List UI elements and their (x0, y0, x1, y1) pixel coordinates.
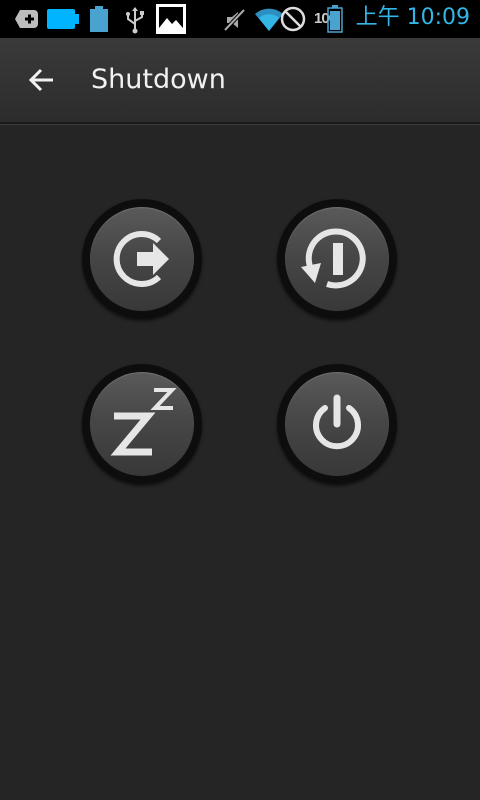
sleep-button[interactable] (82, 364, 202, 484)
add-icon (15, 10, 38, 28)
restart-icon (301, 228, 366, 289)
gallery-icon (156, 4, 186, 34)
restart-button[interactable] (277, 199, 397, 319)
battery-level-icon (327, 5, 343, 33)
battery-icon (90, 6, 108, 32)
clock: 上午 10:09 (355, 5, 470, 30)
blocked-icon (280, 6, 306, 32)
logout-button[interactable] (82, 199, 202, 319)
logout-icon (113, 231, 169, 287)
action-bar: Shutdown (0, 38, 480, 124)
battery-full-icon (47, 9, 79, 29)
mute-icon (223, 8, 246, 32)
page-title: Shutdown (91, 64, 226, 95)
sleep-icon (110, 388, 177, 456)
arrow-left-icon[interactable] (18, 56, 66, 104)
power-button[interactable] (277, 364, 397, 484)
power-icon (313, 394, 361, 450)
status-bar: 100 上午 10:09 (0, 0, 480, 38)
usb-icon (126, 7, 144, 34)
